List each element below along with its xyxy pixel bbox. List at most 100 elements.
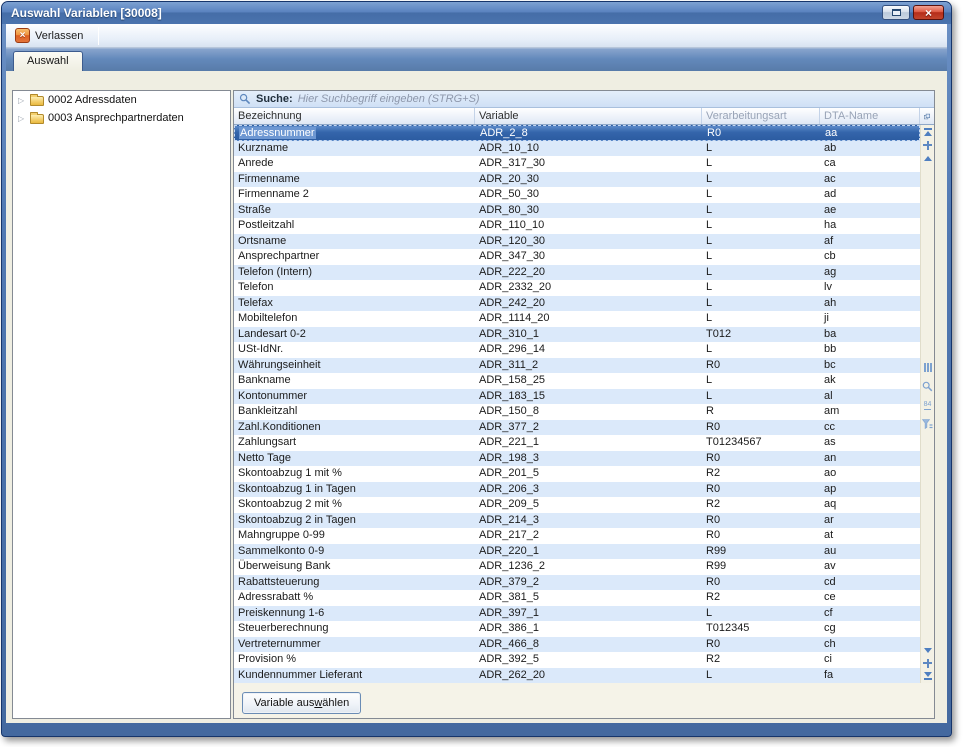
table-row[interactable]: SteuerberechnungADR_386_1T012345cg	[234, 621, 920, 637]
table-row[interactable]: StraßeADR_80_30Lae	[234, 203, 920, 219]
expand-arrow-icon[interactable]: ▷	[18, 96, 26, 105]
zoom-icon[interactable]	[922, 381, 933, 392]
cell-dta-name: au	[820, 544, 920, 560]
header-dta-name[interactable]: DTA-Name	[820, 108, 920, 124]
tab-auswahl[interactable]: Auswahl	[13, 51, 83, 71]
filter-icon[interactable]	[922, 419, 933, 429]
table-row[interactable]: TelefaxADR_242_20Lah	[234, 296, 920, 312]
cell-bezeichnung: Skontoabzug 2 mit %	[234, 497, 475, 513]
table-row[interactable]: Zahl.KonditionenADR_377_2R0cc	[234, 420, 920, 436]
scroll-up-icon[interactable]	[921, 152, 934, 164]
cell-bezeichnung: Ortsname	[234, 234, 475, 250]
table-row[interactable]: Firmenname 2ADR_50_30Lad	[234, 187, 920, 203]
cell-verarbeitungsart: R2	[702, 466, 820, 482]
cell-verarbeitungsart: L	[702, 203, 820, 219]
cell-bezeichnung: Bankname	[234, 373, 475, 389]
table-row[interactable]: KurznameADR_10_10Lab	[234, 141, 920, 157]
tree-item-adressdaten[interactable]: ▷ 0002 Adressdaten	[13, 91, 230, 109]
cell-bezeichnung: Skontoabzug 1 mit %	[234, 466, 475, 482]
table-row[interactable]: AnredeADR_317_30Lca	[234, 156, 920, 172]
cell-bezeichnung: Telefon (Intern)	[234, 265, 475, 281]
scroll-bottom-icon[interactable]	[921, 670, 934, 682]
header-options-cell[interactable]	[920, 108, 934, 124]
close-button[interactable]: ×	[913, 5, 944, 20]
table-row[interactable]: KontonummerADR_183_15Lal	[234, 389, 920, 405]
table-row[interactable]: USt-IdNr.ADR_296_14Lbb	[234, 342, 920, 358]
cell-variable: ADR_209_5	[475, 497, 702, 513]
table-row[interactable]: MobiltelefonADR_1114_20Lji	[234, 311, 920, 327]
cell-dta-name: ao	[820, 466, 920, 482]
cell-variable: ADR_379_2	[475, 575, 702, 591]
expand-arrow-icon[interactable]: ▷	[18, 114, 26, 123]
cell-bezeichnung: USt-IdNr.	[234, 342, 475, 358]
cell-bezeichnung: Vertreternummer	[234, 637, 475, 653]
table-row[interactable]: Überweisung BankADR_1236_2R99av	[234, 559, 920, 575]
cell-variable: ADR_262_20	[475, 668, 702, 684]
cell-bezeichnung: Skontoabzug 1 in Tagen	[234, 482, 475, 498]
cell-verarbeitungsart: L	[702, 234, 820, 250]
table-row[interactable]: RabattsteuerungADR_379_2R0cd	[234, 575, 920, 591]
header-verarbeitungsart[interactable]: Verarbeitungsart	[702, 108, 820, 124]
table-row[interactable]: VertreternummerADR_466_8R0ch	[234, 637, 920, 653]
content-area: ▷ 0002 Adressdaten ▷ 0003 Ansprechpartne…	[6, 71, 947, 723]
table-row[interactable]: Kundennummer LieferantADR_262_20Lfa	[234, 668, 920, 684]
table-row[interactable]: Preiskennung 1-6ADR_397_1Lcf	[234, 606, 920, 622]
cell-dta-name: af	[820, 234, 920, 250]
record-number-icon[interactable]: 84	[924, 401, 932, 410]
fast-scroll-down-icon[interactable]	[921, 657, 934, 669]
columns-icon[interactable]	[924, 363, 932, 372]
cell-dta-name: ca	[820, 156, 920, 172]
table-row[interactable]: AnsprechpartnerADR_347_30Lcb	[234, 249, 920, 265]
table-row[interactable]: PostleitzahlADR_110_10Lha	[234, 218, 920, 234]
table-row[interactable]: WährungseinheitADR_311_2R0bc	[234, 358, 920, 374]
table-row[interactable]: Sammelkonto 0-9ADR_220_1R99au	[234, 544, 920, 560]
cell-variable: ADR_1236_2	[475, 559, 702, 575]
table-row[interactable]: Telefon (Intern)ADR_222_20Lag	[234, 265, 920, 281]
cell-variable: ADR_311_2	[475, 358, 702, 374]
header-bezeichnung[interactable]: Bezeichnung	[234, 108, 475, 124]
cell-variable: ADR_466_8	[475, 637, 702, 653]
table-row[interactable]: OrtsnameADR_120_30Laf	[234, 234, 920, 250]
scroll-top-icon[interactable]	[921, 126, 934, 138]
table-row[interactable]: Skontoabzug 1 mit %ADR_201_5R2ao	[234, 466, 920, 482]
cell-bezeichnung: Straße	[234, 203, 475, 219]
cell-variable: ADR_20_30	[475, 172, 702, 188]
table-header: Bezeichnung Variable Verarbeitungsart DT…	[234, 108, 934, 125]
table-row[interactable]: Adressrabatt %ADR_381_5R2ce	[234, 590, 920, 606]
table-row[interactable]: Skontoabzug 2 mit %ADR_209_5R2aq	[234, 497, 920, 513]
tree-item-ansprechpartnerdaten[interactable]: ▷ 0003 Ansprechpartnerdaten	[13, 109, 230, 127]
table-row[interactable]: AdressnummerADR_2_8R0aa	[234, 125, 920, 141]
table-row[interactable]: Skontoabzug 1 in TagenADR_206_3R0ap	[234, 482, 920, 498]
table-row[interactable]: Landesart 0-2ADR_310_1T012ba	[234, 327, 920, 343]
cell-verarbeitungsart: R0	[702, 528, 820, 544]
search-bar[interactable]: Suche: Hier Suchbegriff eingeben (STRG+S…	[234, 91, 934, 108]
cell-variable: ADR_392_5	[475, 652, 702, 668]
leave-button[interactable]: × Verlassen	[11, 26, 90, 45]
cell-dta-name: fa	[820, 668, 920, 684]
exit-icon: ×	[15, 28, 30, 43]
table-row[interactable]: BanknameADR_158_25Lak	[234, 373, 920, 389]
scroll-down-icon[interactable]	[921, 644, 934, 656]
cell-dta-name: ce	[820, 590, 920, 606]
toolbar: × Verlassen	[6, 24, 947, 48]
table-row[interactable]: BankleitzahlADR_150_8Ram	[234, 404, 920, 420]
title-bar[interactable]: Auswahl Variablen [30008] ×	[2, 2, 951, 24]
table-row[interactable]: Mahngruppe 0-99ADR_217_2R0at	[234, 528, 920, 544]
table-row[interactable]: FirmennameADR_20_30Lac	[234, 172, 920, 188]
table-row[interactable]: Skontoabzug 2 in TagenADR_214_3R0ar	[234, 513, 920, 529]
search-placeholder: Hier Suchbegriff eingeben (STRG+S)	[298, 93, 480, 105]
table-row[interactable]: Provision %ADR_392_5R2ci	[234, 652, 920, 668]
restore-button[interactable]	[882, 5, 910, 20]
cell-bezeichnung: Währungseinheit	[234, 358, 475, 374]
vertical-scrollbar[interactable]: 84	[920, 125, 933, 683]
table-row[interactable]: ZahlungsartADR_221_1T01234567as	[234, 435, 920, 451]
header-variable[interactable]: Variable	[475, 108, 702, 124]
select-variable-button[interactable]: Variable auswählen	[242, 692, 361, 714]
cell-verarbeitungsart: T012	[702, 327, 820, 343]
table-row[interactable]: Netto TageADR_198_3R0an	[234, 451, 920, 467]
table-row[interactable]: TelefonADR_2332_20Llv	[234, 280, 920, 296]
variable-grid-panel: Suche: Hier Suchbegriff eingeben (STRG+S…	[233, 90, 935, 719]
fast-scroll-up-icon[interactable]	[921, 139, 934, 151]
cell-dta-name: an	[820, 451, 920, 467]
cell-dta-name: ae	[820, 203, 920, 219]
